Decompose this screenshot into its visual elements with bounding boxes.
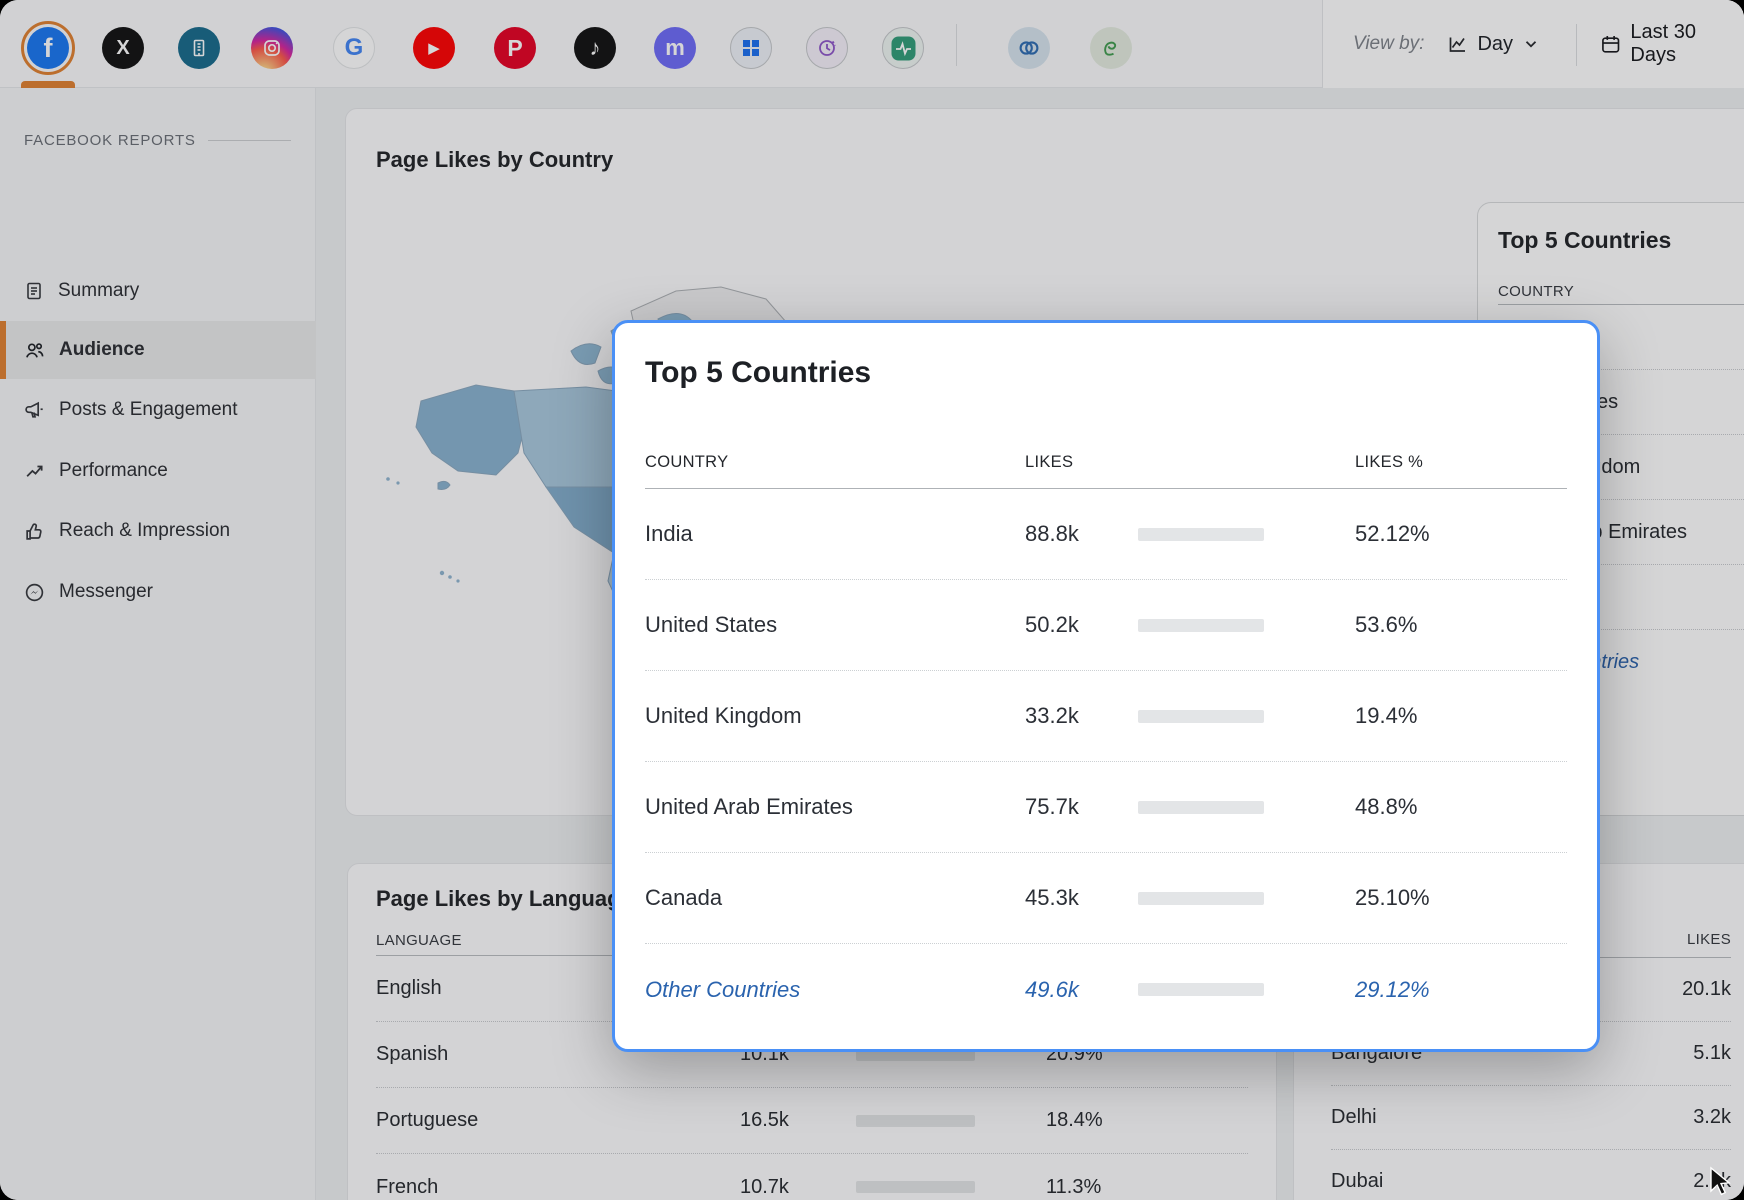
likes-pct-column-header: LIKES % — [1355, 453, 1567, 472]
likes-bar — [1138, 710, 1264, 723]
modal-title: Top 5 Countries — [645, 355, 1567, 391]
mouse-cursor — [1708, 1166, 1736, 1198]
modal-row-united-states: United States 50.2k 53.6% — [645, 580, 1567, 671]
likes-bar — [1138, 619, 1264, 632]
modal-row-united-kingdom: United Kingdom 33.2k 19.4% — [645, 671, 1567, 762]
modal-row-canada: Canada 45.3k 25.10% — [645, 853, 1567, 944]
likes-bar — [1138, 528, 1264, 541]
likes-column-header: LIKES — [1025, 453, 1138, 472]
likes-bar — [1138, 892, 1264, 905]
modal-row-india: India 88.8k 52.12% — [645, 489, 1567, 580]
likes-bar — [1138, 983, 1264, 996]
app-window: f X G ▶ P ♪ m — [0, 0, 1744, 1200]
top5-countries-modal: Top 5 Countries COUNTRY LIKES LIKES % In… — [612, 320, 1600, 1052]
country-column-header: COUNTRY — [645, 453, 1025, 472]
likes-bar — [1138, 801, 1264, 814]
modal-row-united-arab-emirates: United Arab Emirates 75.7k 48.8% — [645, 762, 1567, 853]
modal-row-other-countries-link[interactable]: Other Countries 49.6k 29.12% — [645, 944, 1567, 1035]
modal-table-header: COUNTRY LIKES LIKES % — [645, 437, 1567, 489]
